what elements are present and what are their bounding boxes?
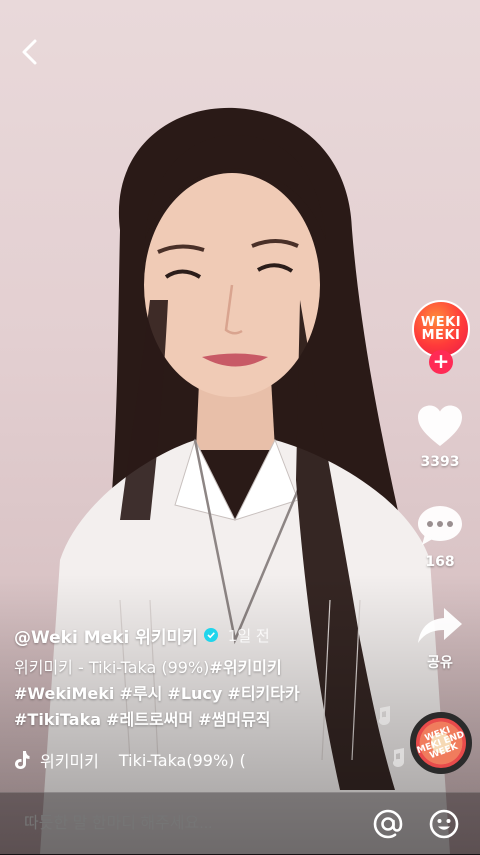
comment-count: 168 [425, 554, 455, 570]
comment-button[interactable]: 168 [408, 504, 472, 570]
hashtag[interactable]: #WekiMeki [14, 684, 114, 703]
music-track: Tiki-Taka(99%) ( [118, 750, 246, 770]
follow-button[interactable]: + [429, 350, 453, 374]
caption-line-1: 위키미키 - Tiki-Taka (99%)#위키미키 [14, 655, 404, 681]
caption-line-2: #WekiMeki #루시 #Lucy #티키타카 [14, 681, 404, 707]
hashtag[interactable]: #썸머뮤직 [198, 710, 270, 729]
at-icon [373, 809, 403, 839]
hashtag[interactable]: #티키타카 [227, 684, 299, 703]
share-icon [418, 608, 462, 643]
hashtag[interactable]: #위키미키 [209, 658, 281, 677]
back-button[interactable] [14, 36, 46, 68]
music-disc[interactable]: WEKI MEKI END WEEK [410, 712, 472, 774]
mention-button[interactable] [372, 808, 404, 840]
like-button[interactable]: 3393 [408, 404, 472, 470]
emoji-button[interactable] [428, 808, 460, 840]
share-label: 공유 [427, 655, 453, 671]
comment-icon [418, 506, 462, 545]
back-icon [22, 39, 37, 65]
share-button[interactable]: 공유 [408, 606, 472, 672]
comment-bar [0, 792, 480, 855]
comment-input[interactable] [22, 814, 348, 834]
caption-line-3: #TikiTaka #레트로써머 #썸머뮤직 [14, 707, 404, 733]
caption-text: 위키미키 - Tiki-Taka (99%) [14, 658, 210, 677]
music-notes-icon [370, 706, 410, 776]
verified-icon [203, 628, 218, 642]
disc-label: WEKI MEKI END WEEK [415, 724, 466, 761]
tiktok-note-icon [15, 751, 30, 769]
music-artist: 위키미키 [40, 752, 99, 771]
heart-icon [418, 405, 462, 446]
hashtag[interactable]: #루시 [119, 684, 162, 703]
music-info[interactable]: 위키미키 Tiki-Taka(99%) ( [14, 748, 246, 772]
like-count: 3393 [420, 454, 460, 470]
hashtag[interactable]: #레트로써머 [106, 710, 193, 729]
emoji-icon [429, 809, 459, 839]
avatar-logo-bottom: MEKI [421, 328, 461, 343]
hashtag[interactable]: #TikiTaka [14, 710, 101, 729]
author-handle[interactable]: @Weki Meki 위키미키 [14, 623, 198, 648]
post-time: 1일 전 [227, 626, 270, 645]
hashtag[interactable]: #Lucy [167, 684, 222, 703]
video-caption: @Weki Meki 위키미키 1일 전 위키미키 - Tiki-Taka (9… [14, 621, 404, 733]
